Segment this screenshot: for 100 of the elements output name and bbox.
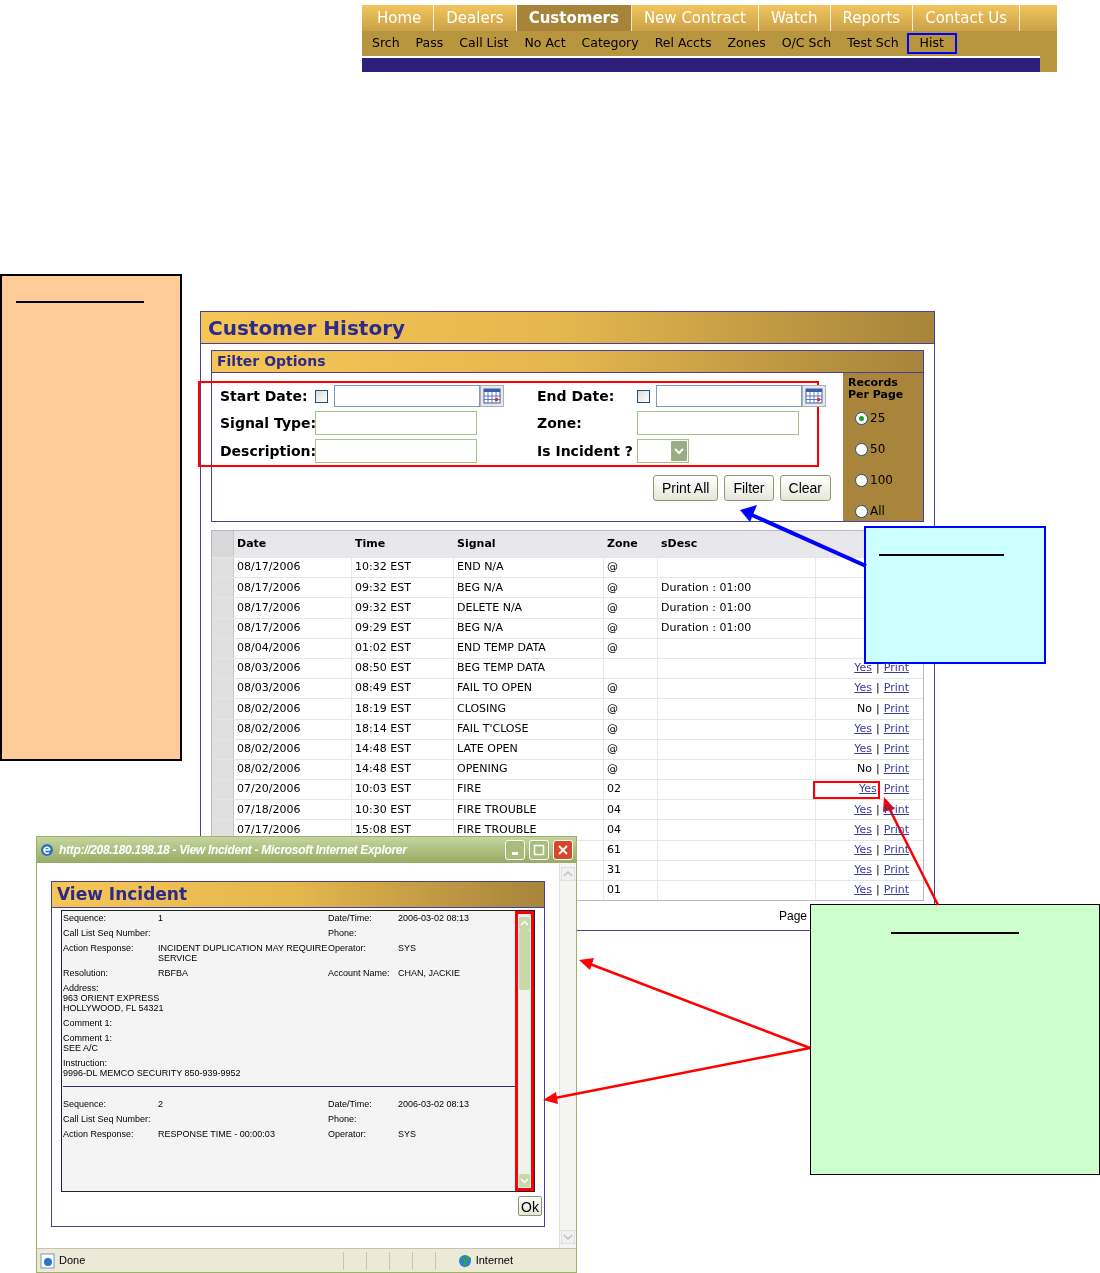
incident-link[interactable]: Yes [854,862,872,879]
subnav-tab[interactable]: Call List [451,33,517,54]
incident-link[interactable]: Yes [854,801,872,819]
print-link[interactable]: Print [883,741,909,758]
table-cell-text: BEG N/A [457,579,503,596]
incident-value: No [857,700,872,717]
separator-text: | [875,801,880,818]
detail-label: Action Response: [63,1129,135,1139]
radio-label: All [870,503,885,520]
subnav-tab[interactable]: No Act [516,33,574,54]
subnav-tab[interactable]: Hist [906,33,957,54]
table-cell-text: 08/02/2006 [237,700,301,717]
incident-link[interactable]: Yes [854,680,872,697]
detail-label: Phone: [328,928,358,938]
print-link[interactable]: Print [883,841,909,859]
detail-value: RBFBA [158,968,188,978]
incident-link[interactable]: Yes [854,882,872,899]
table-cell-text: @ [607,720,618,737]
details-scrollbar[interactable] [515,911,534,1191]
detail-value: 1 [158,913,163,923]
subnav-tab[interactable]: Rel Accts [646,33,720,54]
detail-value: CHAN, JACKIE [398,968,460,978]
subnav-tab[interactable]: Test Sch [839,33,907,54]
radio-button[interactable] [855,473,868,487]
maximize-icon [533,844,545,856]
subnav-tab[interactable]: Zones [719,33,774,54]
detail-value: SYS [398,1129,416,1139]
date-field[interactable] [656,385,802,407]
column-header: Signal [456,535,497,552]
detail-value: 2006-03-02 08:13 [398,1099,470,1109]
radio-label: 100 [870,472,893,489]
print-link[interactable]: Print [883,862,909,879]
maximize-button[interactable] [529,840,549,860]
table-cell-text: @ [607,599,618,616]
filter-title: Filter Options [212,351,923,373]
detail-value: SYS [398,943,416,953]
detail-value: 963 ORIENT EXPRESS HOLLYWOOD, FL 54321 [63,993,165,1013]
field-label: Description: [220,441,315,461]
incident-link[interactable]: Yes [854,841,872,859]
table-cell-text: 09:29 EST [355,619,411,636]
close-button[interactable] [553,840,573,860]
print-link[interactable]: Print [883,660,909,677]
subnav-tab[interactable]: Pass [407,33,452,54]
subnav-tab[interactable]: Category [573,33,647,54]
print-link[interactable]: Print [883,781,909,798]
detail-label: Action Response: [63,943,135,955]
scroll-thumb[interactable] [519,930,530,990]
minimize-button[interactable] [505,840,525,860]
page-icon [40,1252,55,1269]
separator-text: | [875,882,880,899]
detail-value: SEE A/C [63,1043,99,1053]
table-cell-text: Duration : 01:00 [661,579,752,596]
incident-link[interactable]: Yes [854,720,872,738]
separator-text: | [875,741,880,758]
filter-button[interactable]: Filter [724,475,774,501]
radio-button[interactable] [855,411,868,425]
table-cell: OPENING [457,761,508,778]
radio-button[interactable] [855,504,868,518]
ok-button[interactable]: Ok [518,1196,542,1216]
detail-label: Operator: [328,1129,368,1139]
table-cell: END N/A [457,559,504,576]
incident-link[interactable]: Yes [854,741,872,758]
incident-select[interactable] [637,439,689,463]
separator-text: | [875,680,880,697]
globe-icon [457,1253,472,1268]
print-link[interactable]: Print [883,761,909,778]
table-cell-text: @ [607,619,618,636]
incident-link[interactable]: Yes [858,781,877,798]
radio-button[interactable] [855,442,868,456]
column-header: Time [354,535,387,552]
date-field[interactable] [334,385,480,407]
table-cell: 08/02/2006 [237,761,301,778]
text-field[interactable] [637,411,799,435]
incident-link[interactable]: Yes [854,660,872,677]
radio-label: 25 [870,410,886,427]
text-field[interactable] [315,439,477,463]
print-link[interactable]: Print [883,882,909,899]
table-cell-text: 07/17/2006 [237,821,301,838]
close-icon [557,844,569,856]
subnav-tab[interactable]: Srch [364,33,408,54]
checkbox[interactable] [637,389,650,403]
table-cell-text: Duration : 01:00 [661,599,752,616]
separator-text: | [875,862,880,879]
table-cell-text: 04 [607,821,621,838]
print-link[interactable]: Print [883,720,909,738]
print-link[interactable]: Print [883,700,909,718]
text-field[interactable] [315,411,477,435]
table-cell: 08:50 EST [355,660,411,677]
table-cell: END TEMP DATA [457,640,546,657]
incident-link[interactable]: Yes [854,821,872,839]
detail-label: Call List Seq Number: [63,928,152,938]
filter-button[interactable]: Clear [779,475,831,501]
detail-label: Operator: [328,943,368,955]
scroll-up-icon [519,917,530,930]
browser-icon [40,842,55,858]
filter-button[interactable]: Print All [652,475,719,501]
subnav-tab[interactable]: O/C Sch [773,33,840,54]
print-link[interactable]: Print [883,680,909,697]
checkbox[interactable] [315,389,328,403]
detail-value: 2006-03-02 08:13 [398,913,470,923]
